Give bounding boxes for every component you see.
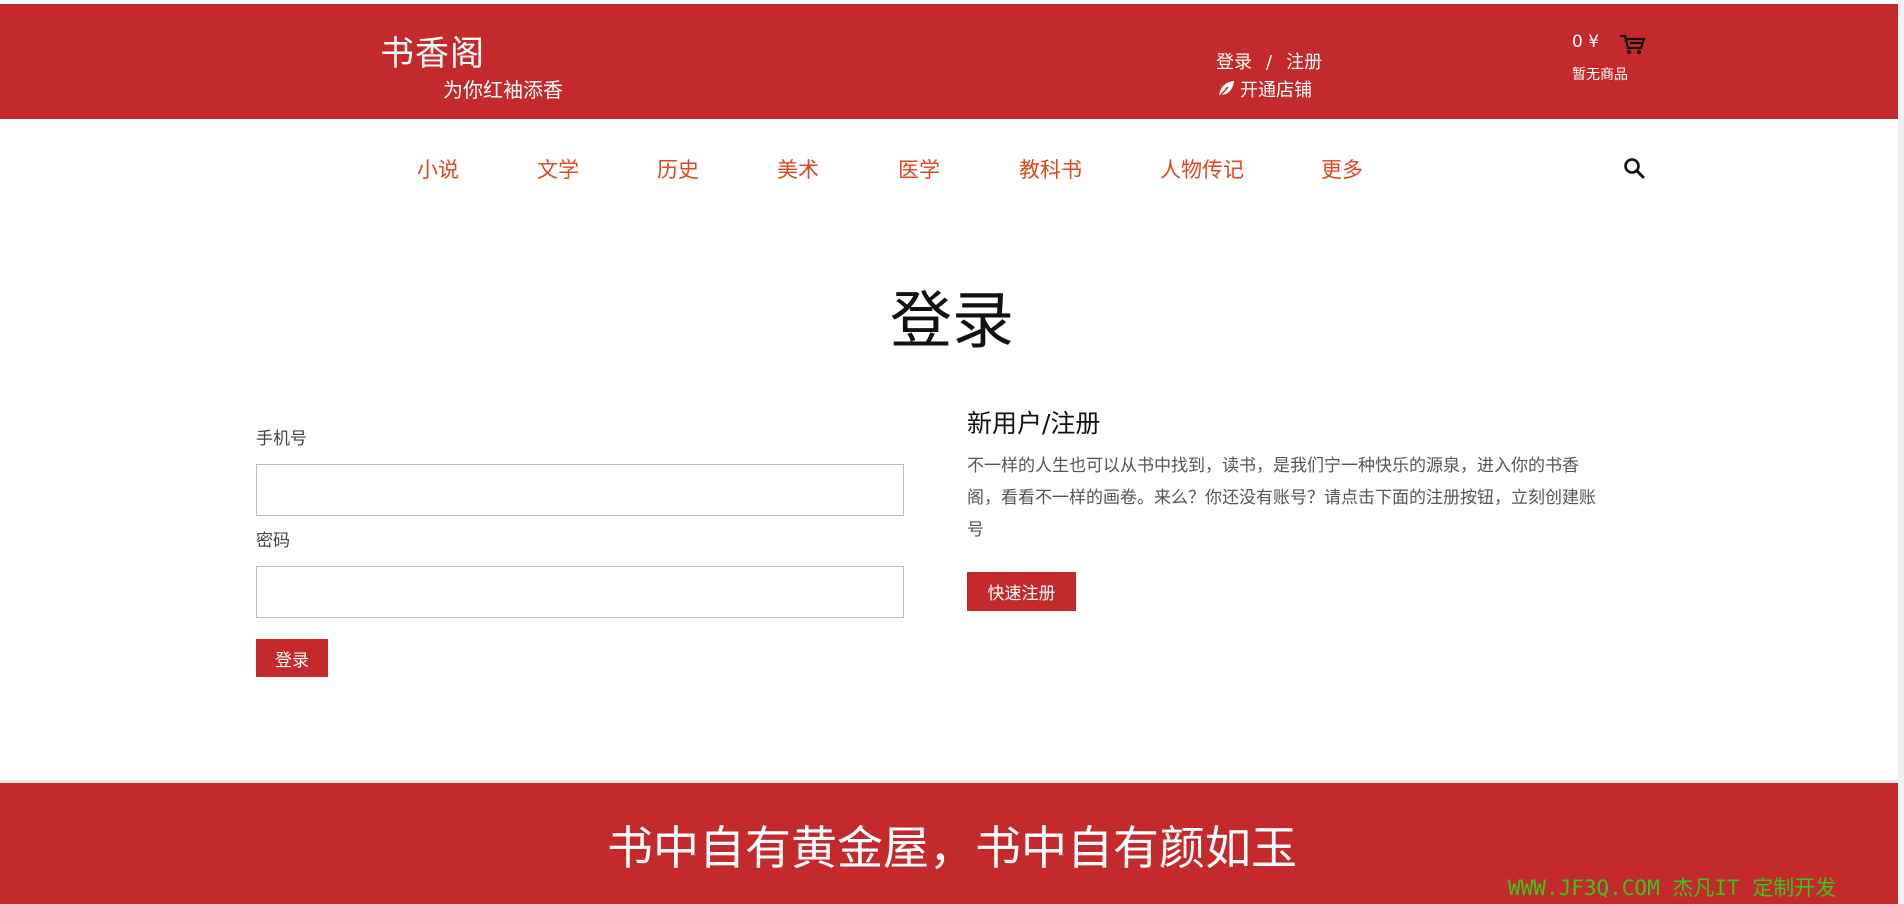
open-shop-link[interactable]: 开通店铺 <box>1216 76 1312 102</box>
nav-item-history[interactable]: 历史 <box>657 154 699 184</box>
nav-item-more[interactable]: 更多 <box>1321 154 1363 184</box>
auth-separator: / <box>1266 52 1273 73</box>
new-user-description: 不一样的人生也可以从书中找到，读书，是我们宁一种快乐的源泉，进入你的书香阁，看看… <box>967 456 1596 540</box>
page-title: 登录 <box>889 284 1014 357</box>
quick-register-button[interactable]: 快速注册 <box>967 572 1076 611</box>
cart-status: 暂无商品 <box>1572 67 1628 83</box>
footer-slogan: 书中自有黄金屋，书中自有颜如玉 <box>607 821 1297 875</box>
phone-label: 手机号 <box>256 429 307 449</box>
login-button[interactable]: 登录 <box>256 639 328 677</box>
cart-icon[interactable] <box>1618 32 1646 56</box>
nav-item-textbook[interactable]: 教科书 <box>1019 154 1082 184</box>
logo-subtitle: 为你红袖添香 <box>443 78 563 102</box>
site-header: 书香阁 为你红袖添香 登录 / 注册 开通店铺 0 ¥ 暂无商品 <box>0 4 1898 119</box>
footer-watermark: WWW.JF3Q.COM 杰凡IT 定制开发 <box>1508 876 1837 900</box>
page-scrollbar[interactable] <box>1898 0 1904 904</box>
leaf-icon <box>1217 81 1234 99</box>
category-nav: 小说 文学 历史 美术 医学 教科书 人物传记 更多 <box>0 154 1904 184</box>
password-input[interactable] <box>256 566 904 618</box>
auth-links: 登录 / 注册 <box>1216 48 1322 74</box>
register-link[interactable]: 注册 <box>1286 52 1322 73</box>
nav-item-novel[interactable]: 小说 <box>417 154 459 184</box>
nav-item-literature[interactable]: 文学 <box>537 154 579 184</box>
nav-item-art[interactable]: 美术 <box>777 154 819 184</box>
new-user-title: 新用户/注册 <box>967 409 1101 438</box>
search-icon[interactable] <box>1622 156 1646 180</box>
nav-item-medicine[interactable]: 医学 <box>898 154 940 184</box>
login-link[interactable]: 登录 <box>1216 52 1252 73</box>
open-shop-label: 开通店铺 <box>1240 80 1312 101</box>
nav-item-biography[interactable]: 人物传记 <box>1160 154 1244 184</box>
password-label: 密码 <box>256 531 290 551</box>
phone-input[interactable] <box>256 464 904 516</box>
logo-title[interactable]: 书香阁 <box>380 26 485 75</box>
cart-amount: 0 ¥ <box>1572 32 1600 52</box>
